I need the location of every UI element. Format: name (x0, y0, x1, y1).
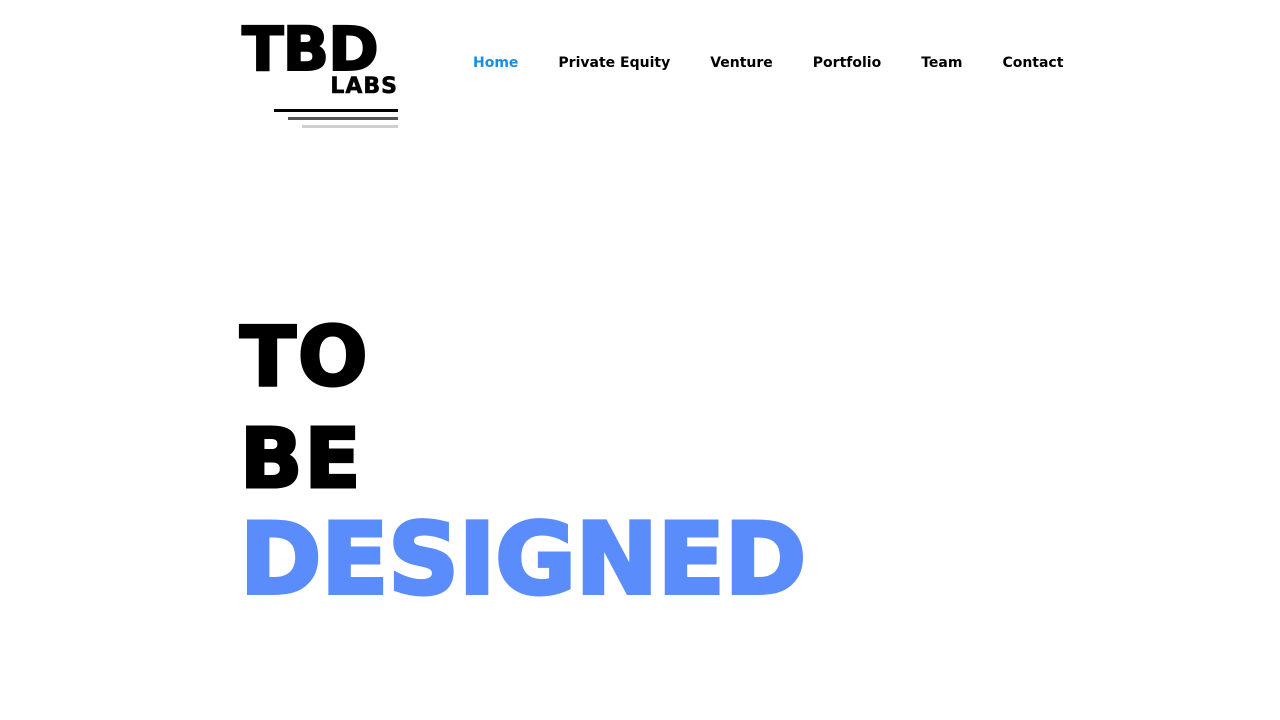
hero-line-3: DESIGNED (238, 503, 808, 617)
nav-item-home[interactable]: Home (473, 53, 518, 73)
nav-item-portfolio[interactable]: Portfolio (813, 53, 881, 73)
logo-underline-black (274, 109, 398, 112)
nav-item-private-equity[interactable]: Private Equity (558, 53, 670, 73)
logo-underline-gray (288, 117, 398, 120)
hero-line-2: BE (239, 412, 363, 507)
logo-wordmark-primary: TBD (241, 14, 380, 85)
logo-underline-light (302, 125, 398, 128)
main-nav: Home Private Equity Venture Portfolio Te… (473, 53, 1063, 73)
site-logo[interactable]: TBD LABS (241, 14, 402, 132)
page: TBD LABS Home Private Equity Venture Por… (0, 0, 1280, 720)
logo-wordmark-secondary: LABS (330, 74, 398, 99)
nav-item-contact[interactable]: Contact (1002, 53, 1063, 73)
nav-item-venture[interactable]: Venture (710, 53, 773, 73)
nav-item-team[interactable]: Team (921, 53, 962, 73)
hero-line-1: TO (239, 310, 370, 405)
